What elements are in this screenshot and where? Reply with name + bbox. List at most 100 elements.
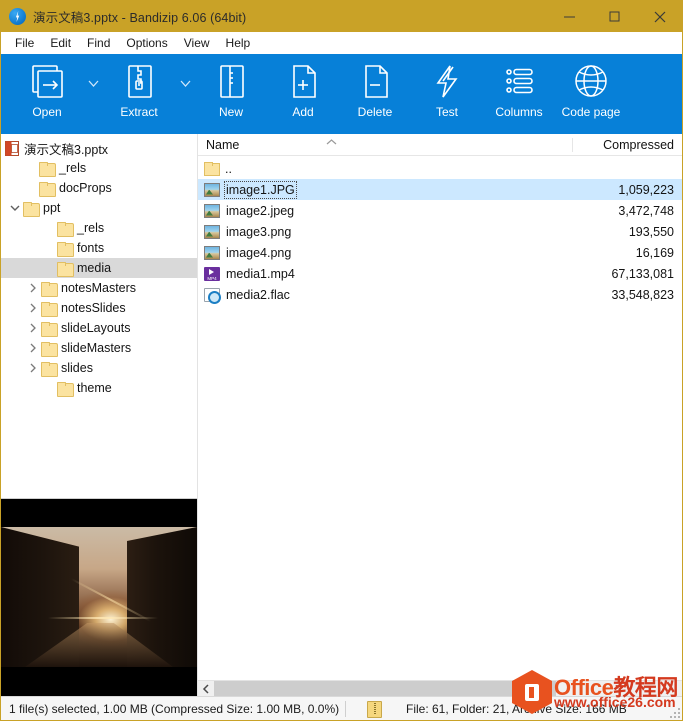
toolbar-columns-button[interactable]: Columns [483,54,555,130]
file-list-header: Name Compressed [198,134,682,156]
tree-item-fonts[interactable]: fonts [1,238,197,258]
table-row[interactable]: image4.png 16,169 [198,242,682,263]
chevron-right-icon[interactable] [25,278,41,298]
toolbar-columns-label: Columns [495,105,542,119]
toolbar-add-button[interactable]: Add [267,54,339,130]
chevron-right-icon[interactable] [25,338,41,358]
extract-chevron-down-icon[interactable] [175,54,195,130]
file-name-cell: media1.mp4 [198,267,572,281]
status-selection-text: 1 file(s) selected, 1.00 MB (Compressed … [1,702,345,716]
chevron-right-icon[interactable] [25,298,41,318]
file-name-label: media1.mp4 [226,267,295,281]
expander-placeholder [41,378,57,398]
close-button[interactable] [637,1,682,32]
image-file-icon [204,204,220,218]
table-row[interactable]: media2.flac 33,548,823 [198,284,682,305]
open-chevron-down-icon[interactable] [83,54,103,130]
folder-tree[interactable]: 演示文稿3.pptx _rels docProps [1,134,197,499]
file-name-cell: media2.flac [198,288,572,302]
scroll-left-arrow-icon[interactable] [198,681,214,697]
test-lightning-icon [426,60,468,104]
window-title: 演示文稿3.pptx - Bandizip 6.06 (64bit) [33,7,246,26]
tree-item-label: slides [61,361,93,375]
maximize-button[interactable] [592,1,637,32]
horizontal-scrollbar[interactable] [198,680,682,696]
minimize-button[interactable] [547,1,592,32]
folder-icon [41,362,56,375]
expander-placeholder [41,258,57,278]
file-list-body[interactable]: .. image1.JPG 1,059,223 image2.jpeg [198,156,682,680]
expander-placeholder [41,238,57,258]
column-header-compressed[interactable]: Compressed [572,138,682,152]
table-row[interactable]: .. [198,158,682,179]
toolbar-delete-button[interactable]: Delete [339,54,411,130]
tree-item-notesslides[interactable]: notesSlides [1,298,197,318]
menu-item-help[interactable]: Help [218,34,259,52]
tree-item-media[interactable]: media [1,258,197,278]
tree-item-label: slideMasters [61,341,131,355]
tree-root-archive[interactable]: 演示文稿3.pptx [1,138,197,158]
expander-placeholder [23,178,39,198]
toolbar-test-button[interactable]: Test [411,54,483,130]
column-header-name-label: Name [206,138,239,152]
chevron-right-icon[interactable] [25,358,41,378]
left-pane: 演示文稿3.pptx _rels docProps [1,134,198,696]
file-name-label: media2.flac [226,288,290,302]
menu-item-find[interactable]: Find [79,34,118,52]
tree-item-ppt[interactable]: ppt [1,198,197,218]
scrollbar-track[interactable] [214,681,682,697]
tree-item-_rels-2[interactable]: _rels [1,218,197,238]
tree-item-slides[interactable]: slides [1,358,197,378]
tree-item-label: ppt [43,201,60,215]
file-size-cell: 67,133,081 [572,267,682,281]
status-archive-icon-cell [346,701,400,716]
scrollbar-thumb[interactable] [214,681,556,697]
image-file-icon [204,246,220,260]
file-name-label: image2.jpeg [226,204,294,218]
file-name-label: image1.JPG [226,183,295,197]
file-size-cell: 16,169 [572,246,682,260]
file-name-label: .. [225,162,232,176]
file-size-cell: 3,472,748 [572,204,682,218]
folder-icon [23,202,38,215]
new-archive-icon [210,60,252,104]
menu-item-edit[interactable]: Edit [42,34,79,52]
tree-item-slidelayouts[interactable]: slideLayouts [1,318,197,338]
file-size-cell: 193,550 [572,225,682,239]
menu-item-file[interactable]: File [7,34,42,52]
delete-file-icon [354,60,396,104]
tree-item-slidemasters[interactable]: slideMasters [1,338,197,358]
toolbar-codepage-button[interactable]: Code page [555,54,627,130]
flac-file-icon [204,288,220,302]
column-header-name[interactable]: Name [198,138,572,152]
tree-item-label: notesSlides [61,301,126,315]
toolbar-open-button[interactable]: Open [11,54,83,130]
tree-item-_rels-1[interactable]: _rels [1,158,197,178]
mp4-file-icon [204,267,220,281]
toolbar-new-button[interactable]: New [195,54,267,130]
folder-icon [41,282,56,295]
chevron-right-icon[interactable] [25,318,41,338]
tree-item-docprops[interactable]: docProps [1,178,197,198]
toolbar-add-label: Add [292,105,313,119]
folder-icon [57,242,72,255]
menu-item-options[interactable]: Options [118,34,175,52]
menu-item-view[interactable]: View [176,34,218,52]
sort-ascending-icon [326,135,337,149]
resize-grip-icon[interactable] [668,706,680,718]
table-row[interactable]: image3.png 193,550 [198,221,682,242]
toolbar-extract-button[interactable]: Extract [103,54,175,130]
status-archive-text: File: 61, Folder: 21, Archive Size: 166 … [400,702,682,716]
toolbar-codepage-label: Code page [562,105,621,119]
tree-item-notesmasters[interactable]: notesMasters [1,278,197,298]
expander-placeholder [23,158,39,178]
tree-item-label: notesMasters [61,281,136,295]
table-row[interactable]: image2.jpeg 3,472,748 [198,200,682,221]
tree-item-theme[interactable]: theme [1,378,197,398]
table-row[interactable]: image1.JPG 1,059,223 [198,179,682,200]
zip-archive-icon [367,701,380,716]
chevron-down-icon[interactable] [7,198,23,218]
folder-icon [57,262,72,275]
table-row[interactable]: media1.mp4 67,133,081 [198,263,682,284]
file-name-cell: image1.JPG [198,183,572,197]
